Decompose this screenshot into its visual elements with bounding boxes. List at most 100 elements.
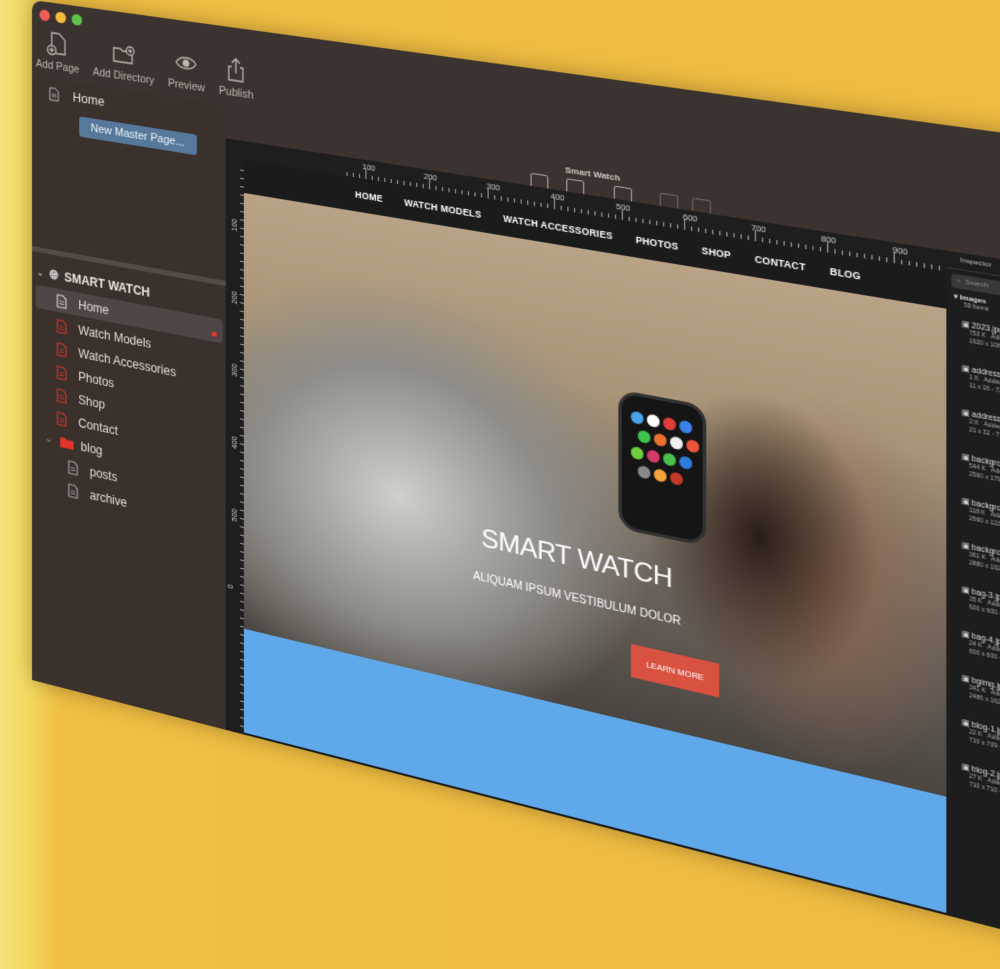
image-icon: ▣ [961,453,972,464]
page-icon [68,482,78,498]
page-icon [56,388,66,404]
image-icon: ▣ [961,408,972,419]
ruler-label: 500 [616,201,631,214]
image-icon: ▣ [961,364,972,375]
page-label: Shop [78,391,106,412]
page-icon [56,364,66,380]
app-icon [653,468,667,483]
page-label: Photos [78,368,115,391]
nav-link-home[interactable]: HOME [355,189,383,204]
ruler-tick [893,251,895,264]
page-icon [56,411,66,427]
window-controls [39,9,83,27]
eye-icon [175,48,199,78]
ruler-label: 300 [229,362,239,378]
ruler-tick [553,198,556,210]
page-icon [56,293,66,309]
add-directory-label: Add Directory [92,65,155,88]
page-label: archive [89,487,127,510]
nav-link-photos[interactable]: PHOTOS [636,234,679,252]
page-icon [56,318,66,334]
add-page-button[interactable]: Add Page [35,29,80,77]
add-directory-button[interactable]: Add Directory [92,37,155,88]
preview-button[interactable]: Preview [167,47,205,95]
image-icon: ▣ [961,320,972,331]
watch-image [621,393,703,543]
nav-link-contact[interactable]: CONTACT [755,253,806,273]
ruler-tick [684,218,686,230]
new-master-page-button[interactable]: New Master Page... [79,116,197,156]
ruler-label: 0 [225,583,235,590]
canvas: 1002003004005006007008009001000 10020030… [225,138,987,925]
app-icon [630,445,644,461]
app-icon [646,413,660,429]
tab-inspector[interactable]: Inspector [960,257,992,269]
hero-title[interactable]: SMART WATCH [244,473,946,655]
add-page-label: Add Page [35,57,80,77]
sidebar: Home New Master Page... ⌄ 🌐︎ SMART WATCH… [32,76,226,737]
app-icon [663,416,676,432]
nav-link-watch-models[interactable]: WATCH MODELS [404,197,481,220]
page-icon [49,86,59,102]
ruler-label: 700 [751,222,767,235]
ruler-tick [487,187,489,199]
page-icon [56,341,66,357]
app-window: Add Page Add Directory Preview Publish H… [32,0,1000,969]
ruler-tick [621,208,623,221]
asset-size: 1 K [969,374,979,383]
ruler-tick [429,178,431,190]
preview-label: Preview [167,76,205,95]
zoom-button[interactable] [71,13,83,27]
ruler-label: 200 [229,290,239,305]
share-icon [224,55,248,85]
ruler-label: 100 [362,161,376,174]
ruler-label: 800 [821,233,837,246]
ruler-tick [239,741,244,744]
page-icon [68,459,78,475]
add-directory-icon [112,39,135,69]
app-icon [646,448,660,464]
publish-button[interactable]: Publish [219,54,254,102]
page-label: Home [78,297,109,318]
stage: Add Page Add Directory Preview Publish H… [0,0,1000,969]
add-page-icon [46,31,66,56]
publish-label: Publish [218,84,254,103]
vertical-ruler[interactable]: 100 200 300 400 500 0 [225,156,245,761]
master-page-item[interactable]: Home [49,86,105,110]
ruler-tick [365,168,367,180]
learn-more-button[interactable]: LEARN MORE [630,643,720,698]
asset-size: 2 K [969,418,979,428]
minimize-button[interactable] [55,11,66,24]
modified-indicator [211,331,217,338]
nav-link-blog[interactable]: BLOG [830,266,861,282]
nav-link-shop[interactable]: SHOP [702,245,731,261]
page-label: posts [89,464,118,485]
app-icon [637,464,651,480]
close-button[interactable] [39,9,50,22]
app-icon [670,471,683,487]
ruler-tick [754,229,756,242]
ruler-label: 100 [229,217,239,233]
ruler-label: 500 [229,507,239,523]
page-label: Contact [78,415,118,438]
ruler-tick [239,758,244,761]
site-tree: ⌄ 🌐︎ SMART WATCH Home Watch Models Watch A… [32,260,226,536]
app-icon [679,455,693,471]
nav-link-watch-accessories[interactable]: WATCH ACCESSORIES [503,213,613,242]
ruler-label: 400 [229,435,239,450]
chevron-down-icon[interactable]: ⌄ [37,266,44,278]
page-preview[interactable]: HOME WATCH MODELS WATCH ACCESSORIES PHOTOS S… [243,159,947,925]
ruler-tick [827,241,829,253]
asset-item[interactable]: ▣ blog-2.jpg27 KAdded: 12 May 2022710 x … [946,755,1000,840]
master-page-label: Home [72,90,105,110]
folder-label: blog [80,438,103,458]
app-icon [670,435,683,451]
app-icon [653,432,667,448]
app-icon [630,410,644,426]
app-icon [663,452,676,467]
ruler-label: 400 [550,191,565,204]
search-placeholder: Search [964,279,989,290]
assets-panel: InspectorAssetsWidgets ⌕ Search − ⊖ + ▾ … [946,250,1000,969]
app-icon [686,438,700,454]
chevron-down-icon[interactable]: ⌄ [45,433,52,446]
